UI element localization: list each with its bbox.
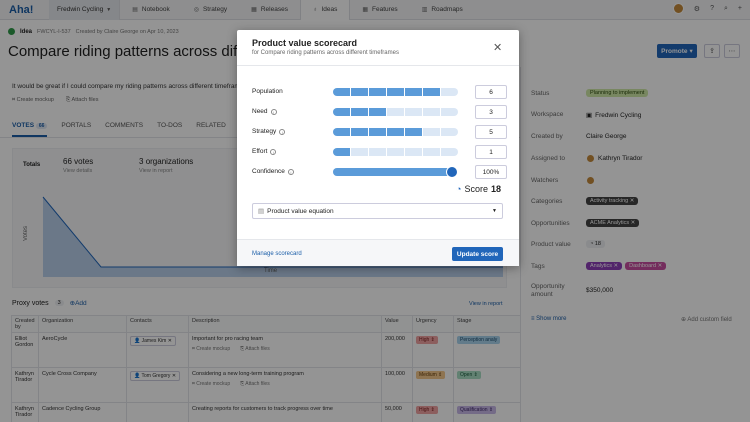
info-icon[interactable]: i: [270, 148, 277, 155]
slider-handle[interactable]: [446, 166, 458, 178]
confidence-value-input[interactable]: 100%: [475, 165, 507, 179]
bar-segment[interactable]: [387, 88, 404, 96]
metric-label: Population: [252, 88, 283, 95]
update-score-button[interactable]: Update score: [452, 247, 503, 261]
metric-bar[interactable]: [333, 88, 458, 96]
modal-footer: Manage scorecard Update score: [237, 239, 519, 266]
modal-title: Product value scorecard: [252, 38, 358, 48]
bar-segment[interactable]: [387, 148, 404, 156]
bar-segment[interactable]: [333, 148, 350, 156]
bar-segment[interactable]: [387, 108, 404, 116]
modal-subtitle: for Compare riding patterns across diffe…: [252, 50, 399, 56]
bar-segment[interactable]: [423, 148, 440, 156]
metric-value-input[interactable]: 1: [475, 145, 507, 159]
metric-bar[interactable]: [333, 148, 458, 156]
bar-segment[interactable]: [369, 128, 386, 136]
info-icon[interactable]: i: [270, 108, 277, 115]
info-icon[interactable]: i: [279, 128, 286, 135]
bar-segment[interactable]: [441, 128, 458, 136]
bar-segment[interactable]: [333, 128, 350, 136]
metric-bar[interactable]: [333, 108, 458, 116]
metric-strategy: Strategy i 5: [252, 125, 507, 139]
chevron-down-icon: ▼: [492, 208, 497, 214]
confidence-slider[interactable]: [333, 166, 458, 178]
metric-effort: Effort i 1: [252, 145, 507, 159]
bar-segment[interactable]: [441, 88, 458, 96]
bar-segment[interactable]: [387, 128, 404, 136]
score-value: 18: [490, 184, 501, 194]
equation-select[interactable]: ▤ Product value equation ▼: [252, 203, 503, 219]
scorecard-icon: ◔: [456, 184, 462, 194]
bar-segment[interactable]: [405, 88, 422, 96]
info-icon[interactable]: i: [287, 168, 294, 175]
bar-segment[interactable]: [369, 148, 386, 156]
metric-need: Need i 3: [252, 105, 507, 119]
score-display: ◔ Score 18: [456, 184, 501, 194]
metric-value-input[interactable]: 3: [475, 105, 507, 119]
close-icon[interactable]: ✕: [493, 41, 502, 54]
metric-bar[interactable]: [333, 128, 458, 136]
bar-segment[interactable]: [333, 108, 350, 116]
metric-confidence: Confidence i 100%: [252, 165, 507, 179]
metric-value-input[interactable]: 5: [475, 125, 507, 139]
bar-segment[interactable]: [405, 108, 422, 116]
slider-fill: [333, 168, 452, 176]
bar-segment[interactable]: [441, 108, 458, 116]
bar-segment[interactable]: [369, 108, 386, 116]
bar-segment[interactable]: [351, 108, 368, 116]
bar-segment[interactable]: [423, 108, 440, 116]
bar-segment[interactable]: [351, 128, 368, 136]
bar-segment[interactable]: [351, 148, 368, 156]
bar-segment[interactable]: [423, 128, 440, 136]
bar-segment[interactable]: [369, 88, 386, 96]
bar-segment[interactable]: [351, 88, 368, 96]
product-value-scorecard-modal: Product value scorecard for Compare ridi…: [237, 30, 519, 266]
metric-label: Effort i: [252, 148, 277, 155]
bar-segment[interactable]: [441, 148, 458, 156]
bar-segment[interactable]: [405, 128, 422, 136]
bar-segment[interactable]: [333, 88, 350, 96]
bar-segment[interactable]: [423, 88, 440, 96]
manage-scorecard-link[interactable]: Manage scorecard: [252, 251, 302, 257]
metric-population: Population 6: [252, 85, 507, 99]
metric-label: Strategy i: [252, 128, 286, 135]
metric-value-input[interactable]: 6: [475, 85, 507, 99]
metric-label: Need i: [252, 108, 277, 115]
equation-icon: ▤: [258, 208, 265, 215]
metric-label: Confidence i: [252, 168, 294, 175]
bar-segment[interactable]: [405, 148, 422, 156]
modal-divider: [237, 65, 519, 66]
